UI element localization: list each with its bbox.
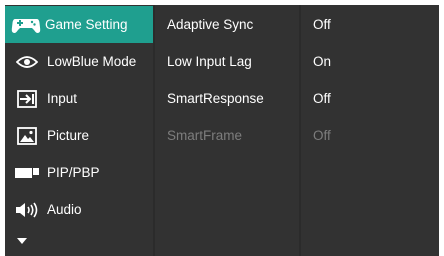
eye-icon — [15, 50, 39, 74]
menu-item-picture[interactable]: Picture — [5, 117, 153, 154]
menu-item-label: PIP/PBP — [47, 165, 100, 180]
value-smartframe: Off — [313, 117, 331, 154]
submenu-item-smartframe: SmartFrame — [167, 117, 242, 154]
submenu-item-label: Low Input Lag — [167, 54, 252, 69]
value-label: Off — [313, 128, 331, 143]
value-label: Off — [313, 17, 331, 32]
menu-item-audio[interactable]: Audio — [5, 191, 153, 228]
menu-item-lowblue-mode[interactable]: LowBlue Mode — [5, 43, 153, 80]
submenu: Adaptive Sync Low Input Lag SmartRespons… — [155, 5, 299, 256]
menu-item-input[interactable]: Input — [5, 80, 153, 117]
menu-item-game-setting[interactable]: Game Setting — [5, 6, 153, 43]
main-menu: Game Setting LowBlue Mode Input Picture … — [5, 5, 153, 256]
menu-item-label: Input — [47, 91, 78, 106]
submenu-item-smartresponse[interactable]: SmartResponse — [167, 80, 264, 117]
osd-menu: Game Setting LowBlue Mode Input Picture … — [5, 5, 439, 256]
menu-item-pip-pbp[interactable]: PIP/PBP — [5, 154, 153, 191]
menu-item-label: LowBlue Mode — [47, 54, 137, 69]
menu-item-label: Audio — [47, 202, 82, 217]
submenu-item-label: Adaptive Sync — [167, 17, 254, 32]
submenu-item-label: SmartFrame — [167, 128, 243, 143]
value-label: Off — [313, 91, 331, 106]
value-smartresponse[interactable]: Off — [313, 80, 331, 117]
value-low-input-lag[interactable]: On — [313, 43, 331, 80]
value-label: On — [313, 54, 332, 69]
menu-item-label: Picture — [47, 128, 90, 143]
values-panel: Off On Off Off — [301, 5, 439, 256]
chevron-down-icon[interactable] — [17, 238, 27, 244]
pip-icon — [15, 161, 39, 185]
value-adaptive-sync[interactable]: Off — [313, 6, 331, 43]
submenu-item-label: SmartResponse — [167, 91, 264, 106]
input-icon — [15, 87, 39, 111]
submenu-item-low-input-lag[interactable]: Low Input Lag — [167, 43, 252, 80]
speaker-icon — [15, 198, 39, 222]
menu-item-label: Game Setting — [45, 17, 128, 32]
picture-icon — [15, 124, 39, 148]
submenu-item-adaptive-sync[interactable]: Adaptive Sync — [167, 6, 253, 43]
gamepad-icon — [11, 13, 41, 37]
